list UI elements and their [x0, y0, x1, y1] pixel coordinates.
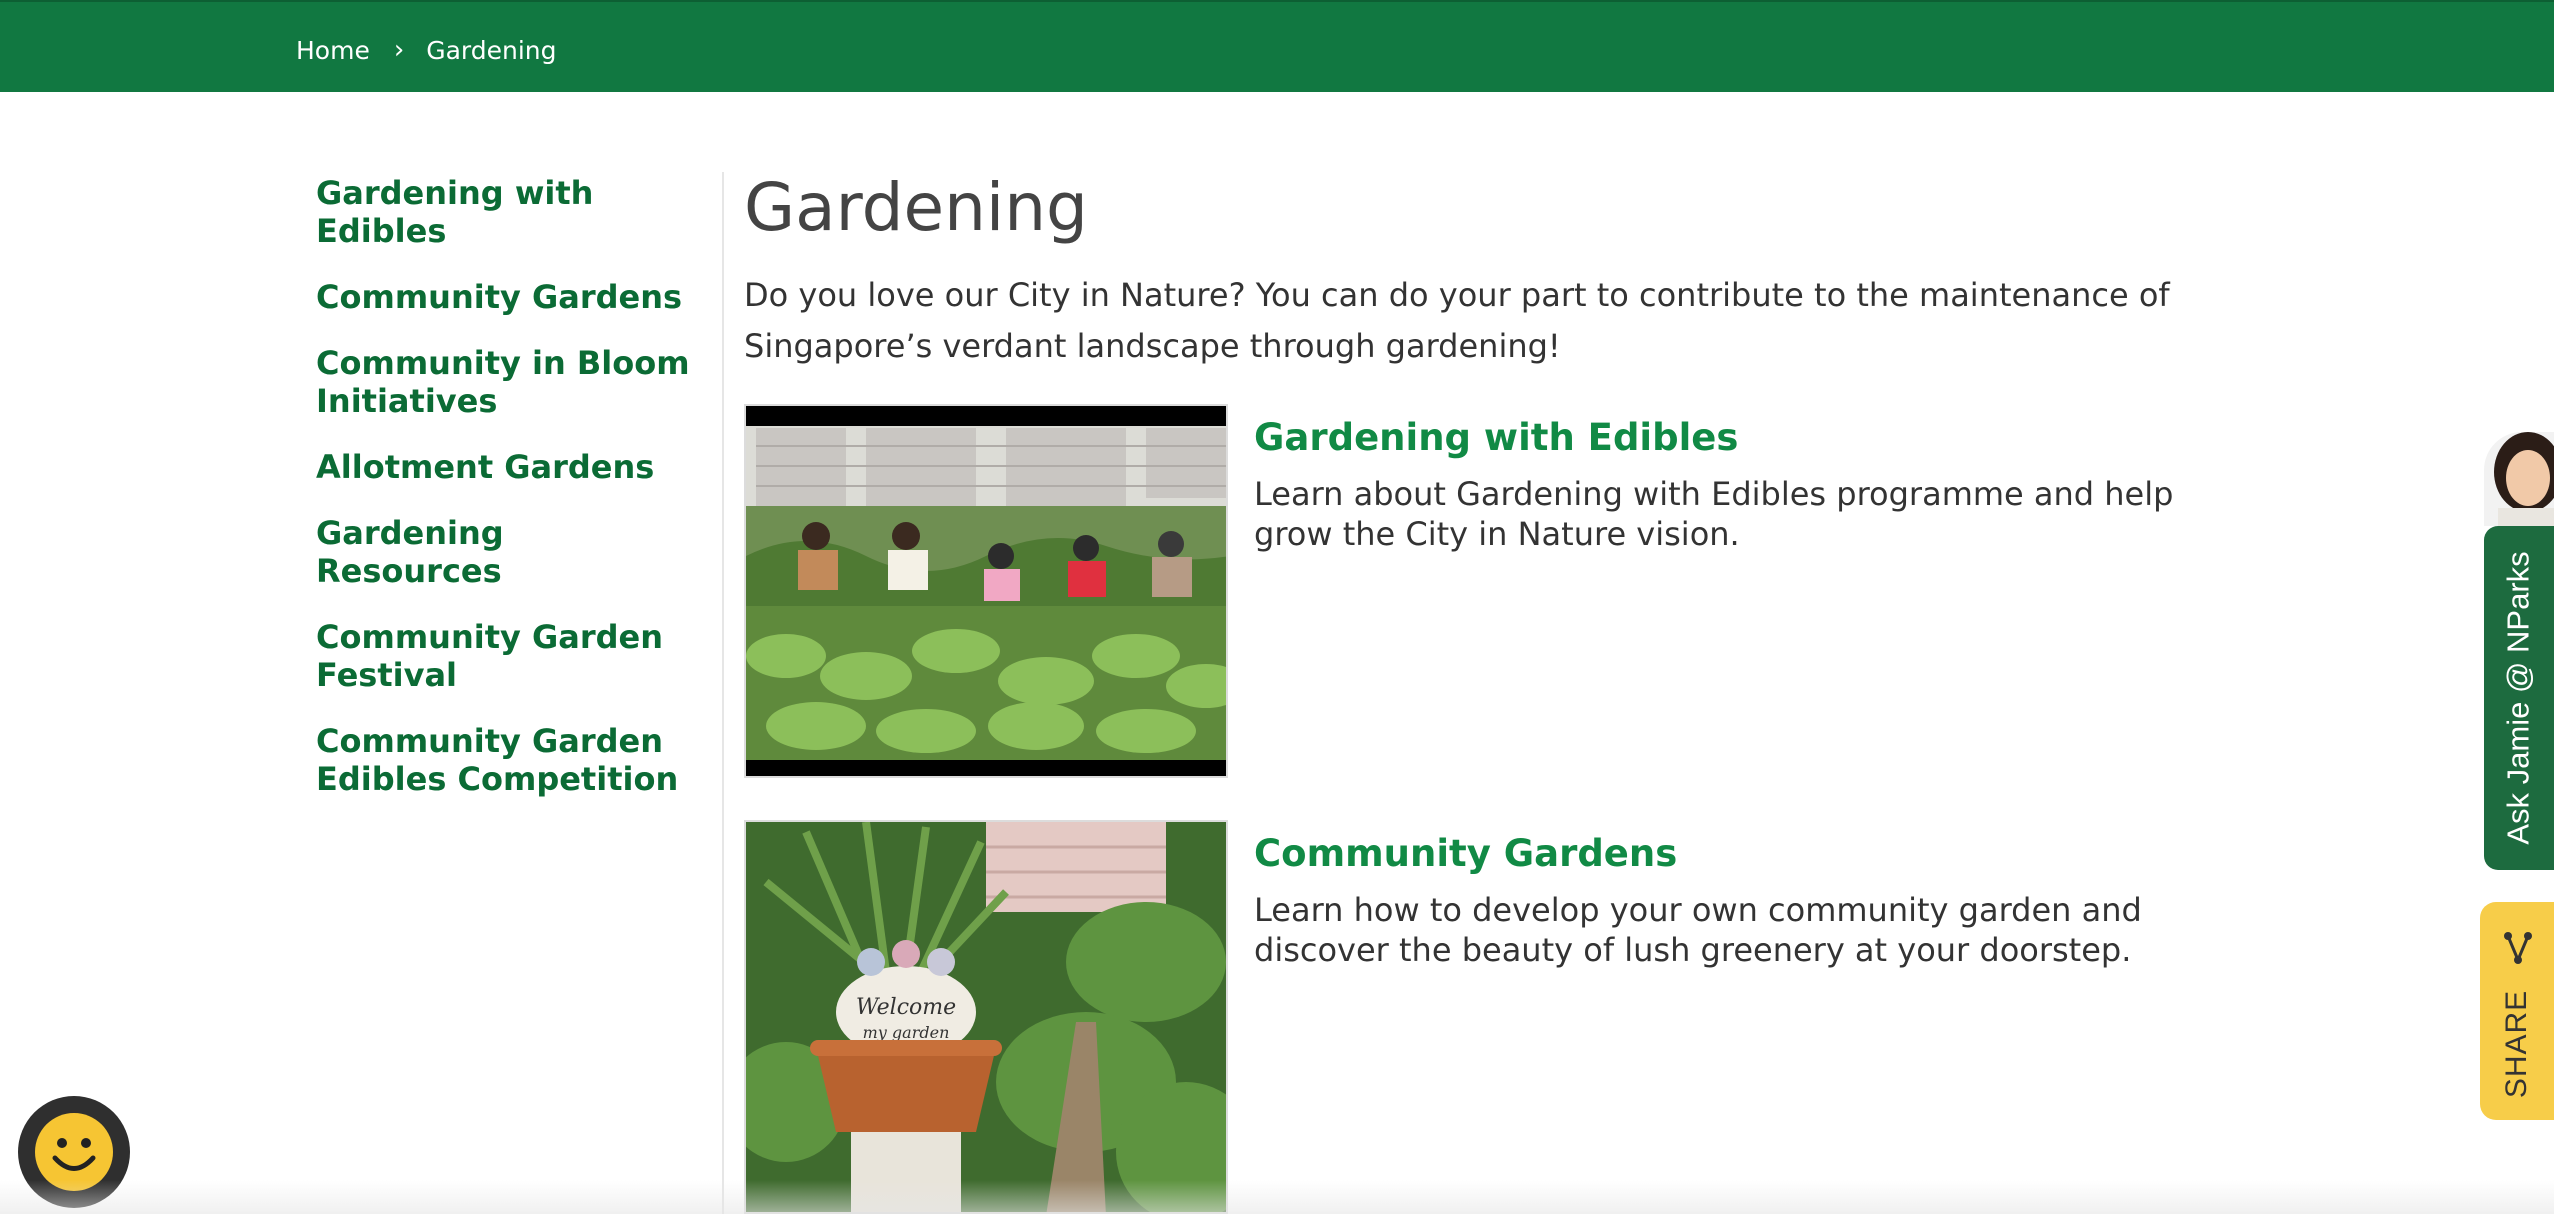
sidebar-item-allotment-gardens[interactable]: Allotment Gardens [316, 448, 696, 486]
chevron-right-icon: › [393, 35, 405, 65]
card-description: Learn about Gardening with Edibles progr… [1254, 475, 2174, 553]
sidebar-item-gardening-with-edibles[interactable]: Gardening with Edibles [316, 174, 696, 250]
breadcrumb: Home › Gardening [296, 32, 557, 68]
svg-text:Welcome: Welcome [856, 995, 956, 1020]
card-content: Community Gardens Learn how to develop y… [1254, 832, 2224, 970]
share-label-wrap: SHARE [2480, 984, 2554, 1104]
jamie-avatar[interactable] [2484, 432, 2554, 526]
breadcrumb-current: Gardening [426, 35, 557, 65]
ask-jamie-label: Ask Jamie @ NParks [2501, 551, 2536, 845]
bottom-fade [0, 1180, 2554, 1214]
svg-text:my garden: my garden [863, 1023, 950, 1042]
top-bar: Home › Gardening [0, 0, 2554, 92]
ask-jamie-label-wrap: Ask Jamie @ NParks [2484, 526, 2554, 870]
sidebar-item-edibles-competition[interactable]: Community Garden Edibles Competition [316, 722, 696, 798]
people-in-vegetable-garden-photo [746, 406, 1226, 776]
card-image-link[interactable]: Welcome my garden [744, 820, 1228, 1214]
ask-jamie-widget[interactable]: Ask Jamie @ NParks [2484, 430, 2554, 870]
intro-text: Do you love our City in Nature? You can … [744, 276, 2170, 365]
card-title: Gardening with Edibles [1254, 416, 2224, 460]
card-title: Community Gardens [1254, 832, 2224, 876]
card-gardening-with-edibles: Gardening with Edibles Learn about Garde… [744, 404, 2244, 778]
card-description: Learn how to develop your own community … [1254, 891, 2142, 969]
page-title: Gardening [744, 169, 1088, 246]
card-title-link[interactable]: Gardening with Edibles [1254, 416, 1738, 459]
card-title-link[interactable]: Community Gardens [1254, 832, 1677, 875]
share-label: SHARE [2500, 989, 2534, 1099]
jamie-avatar-icon [2484, 432, 2554, 526]
side-navigation: Gardening with Edibles Community Gardens… [316, 174, 696, 826]
card-image-link[interactable] [744, 404, 1228, 778]
card-content: Gardening with Edibles Learn about Garde… [1254, 416, 2224, 554]
main-content: Gardening Do you love our City in Nature… [744, 168, 2244, 372]
card-community-gardens: Welcome my garden Community Gardens Lear… [744, 820, 2244, 1214]
breadcrumb-home-link[interactable]: Home [296, 36, 370, 65]
sidebar-item-community-gardens[interactable]: Community Gardens [316, 278, 696, 316]
sidebar-item-community-garden-festival[interactable]: Community Garden Festival [316, 618, 696, 694]
welcome-to-my-garden-pot-photo: Welcome my garden [746, 822, 1226, 1212]
sidebar-divider [722, 172, 724, 1214]
sidebar-item-community-in-bloom[interactable]: Community in Bloom Initiatives [316, 344, 696, 420]
sidebar-item-gardening-resources[interactable]: Gardening Resources [316, 514, 696, 590]
share-icon [2504, 932, 2532, 964]
share-tab[interactable]: SHARE [2480, 902, 2554, 1120]
